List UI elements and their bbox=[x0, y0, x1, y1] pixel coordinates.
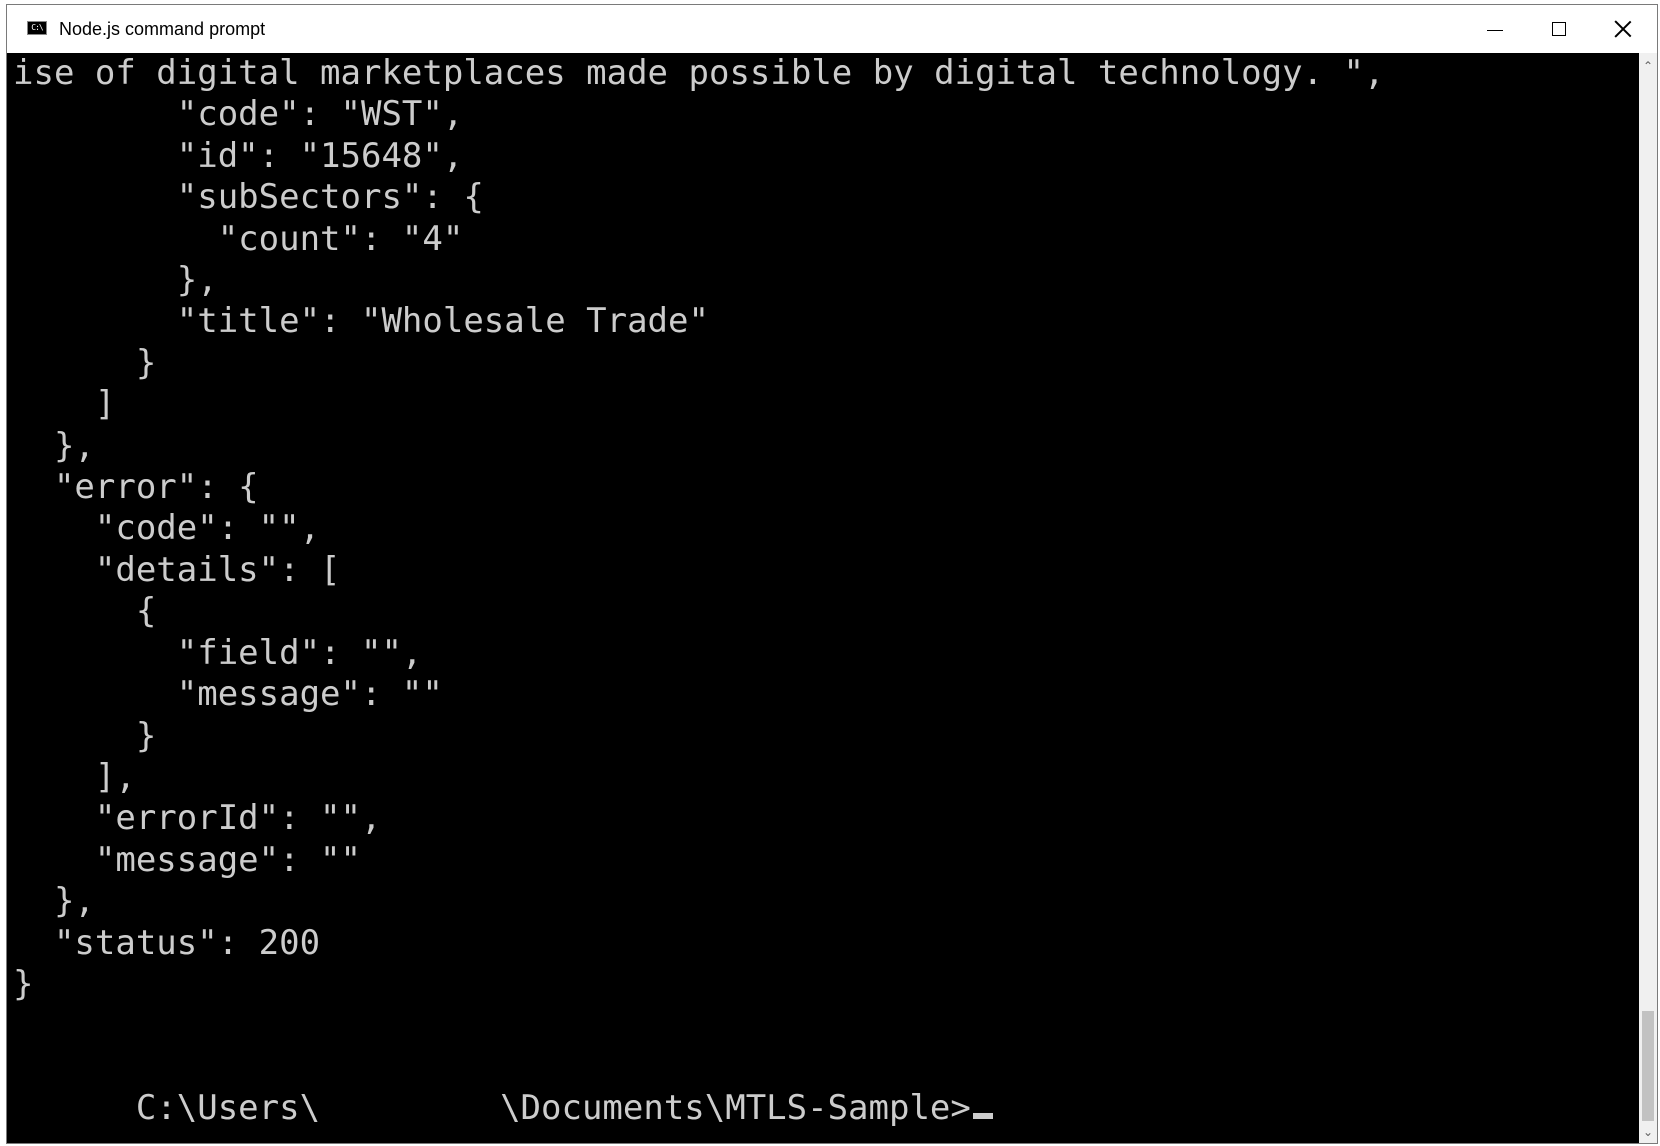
maximize-button[interactable] bbox=[1527, 5, 1591, 53]
console-lines: ise of digital marketplaces made possibl… bbox=[7, 53, 1639, 1047]
console-line: "details": [ bbox=[13, 549, 341, 590]
console-line: "message": "" bbox=[13, 674, 443, 715]
console-line: "status": 200 bbox=[13, 922, 321, 963]
console-line: "title": "Wholesale Trade" bbox=[13, 301, 709, 342]
console-window: C:\ Node.js command prompt ise of digita… bbox=[6, 4, 1658, 1144]
console-line: "message": "" bbox=[13, 839, 361, 880]
console-line: } bbox=[13, 715, 157, 756]
maximize-icon bbox=[1552, 22, 1566, 36]
console-line: "subSectors": { bbox=[13, 177, 484, 218]
scrollbar-thumb[interactable] bbox=[1642, 1011, 1654, 1121]
vertical-scrollbar[interactable]: ⌃ ⌄ bbox=[1639, 53, 1657, 1143]
console-line: ] bbox=[13, 384, 116, 425]
console-output[interactable]: ise of digital marketplaces made possibl… bbox=[7, 53, 1639, 1143]
window-title: Node.js command prompt bbox=[59, 19, 266, 39]
console-line: "field": "", bbox=[13, 632, 423, 673]
console-line: }, bbox=[13, 260, 218, 301]
chevron-up-icon[interactable]: ⌃ bbox=[1639, 57, 1657, 75]
title-bar[interactable]: C:\ Node.js command prompt bbox=[7, 5, 1657, 53]
console-line: } bbox=[13, 963, 34, 1004]
console-line: "code": "WST", bbox=[13, 94, 464, 135]
minimize-icon bbox=[1487, 29, 1503, 31]
cmd-app-icon[interactable]: C:\ bbox=[27, 21, 47, 35]
prompt-path-prefix: C:\Users\ bbox=[135, 1088, 321, 1129]
console-line: "errorId": "", bbox=[13, 798, 382, 839]
text-cursor bbox=[972, 1113, 993, 1120]
prompt-path-suffix: \Documents\MTLS-Sample> bbox=[500, 1088, 971, 1129]
console-line: ], bbox=[13, 756, 136, 797]
console-line: } bbox=[13, 342, 157, 383]
console-line: "error": { bbox=[13, 467, 259, 508]
console-line: "count": "4" bbox=[13, 218, 464, 259]
console-line: }, bbox=[13, 425, 95, 466]
close-icon bbox=[1614, 20, 1632, 38]
console-line: "id": "15648", bbox=[13, 135, 464, 176]
close-button[interactable] bbox=[1591, 5, 1655, 53]
console-line: "code": "", bbox=[13, 508, 321, 549]
chevron-down-icon[interactable]: ⌄ bbox=[1639, 1123, 1657, 1141]
minimize-button[interactable] bbox=[1463, 5, 1527, 53]
console-line: { bbox=[13, 591, 157, 632]
command-prompt-line[interactable]: C:\Users\ \Documents\MTLS-Sample> bbox=[7, 1047, 1639, 1143]
console-line: ise of digital marketplaces made possibl… bbox=[13, 53, 1385, 93]
redacted-username bbox=[320, 1091, 501, 1128]
console-line: }, bbox=[13, 881, 95, 922]
